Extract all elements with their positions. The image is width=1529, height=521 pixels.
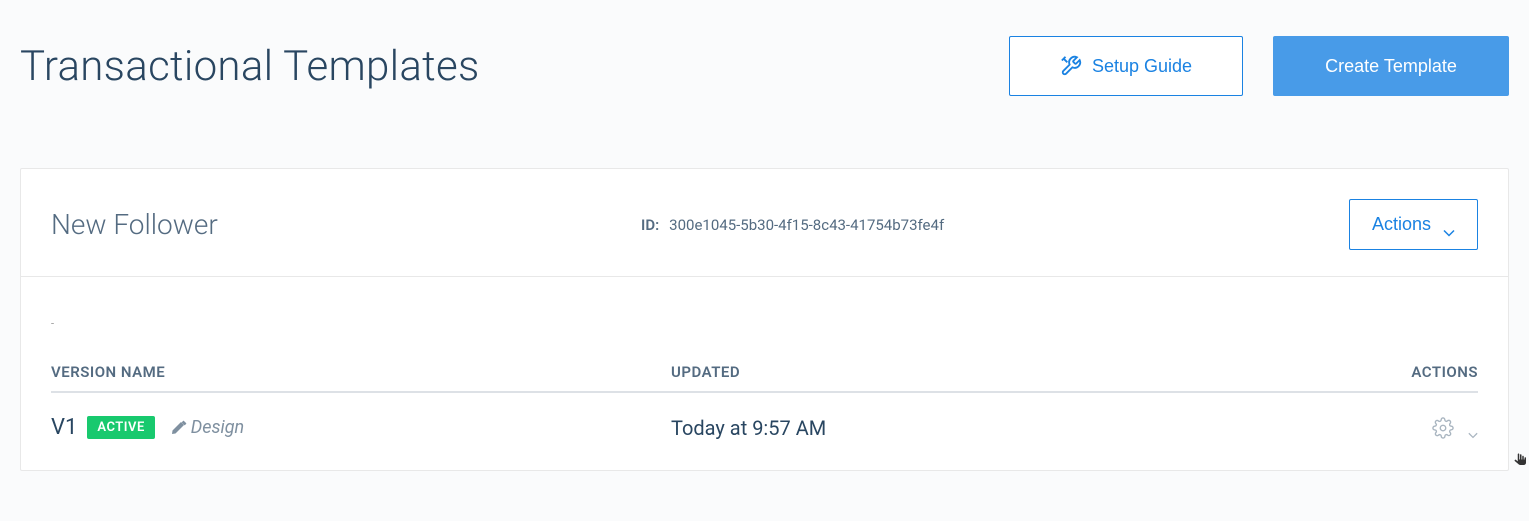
col-header-actions: ACTIONS bbox=[1368, 363, 1478, 381]
updated-value: Today at 9:57 AM bbox=[671, 416, 1368, 440]
col-header-version-name: VERSION NAME bbox=[51, 363, 671, 381]
page-title: Transactional Templates bbox=[20, 42, 480, 91]
template-id-value: 300e1045-5b30-4f15-8c43-41754b73fe4f bbox=[669, 216, 944, 234]
design-label: Design bbox=[191, 417, 244, 438]
status-badge: ACTIVE bbox=[87, 416, 154, 439]
page-header: Transactional Templates Setup Guide Crea… bbox=[0, 0, 1529, 96]
create-template-button[interactable]: Create Template bbox=[1273, 36, 1509, 96]
chevron-down-icon bbox=[1443, 221, 1455, 229]
gear-icon[interactable] bbox=[1432, 417, 1454, 439]
chevron-down-icon[interactable] bbox=[1468, 424, 1478, 431]
table-row: V1 ACTIVE Design Today at 9:57 AM bbox=[51, 393, 1478, 440]
setup-guide-label: Setup Guide bbox=[1092, 56, 1192, 77]
col-header-updated: UPDATED bbox=[671, 363, 1368, 381]
hand-cursor-icon bbox=[1511, 452, 1529, 470]
pencil-icon bbox=[171, 420, 187, 436]
collapse-marker: - bbox=[51, 317, 1478, 323]
actions-label: Actions bbox=[1372, 214, 1431, 235]
version-name-cell: V1 ACTIVE Design bbox=[51, 415, 671, 440]
header-buttons: Setup Guide Create Template bbox=[1009, 36, 1509, 96]
version-table-header: VERSION NAME UPDATED ACTIONS bbox=[51, 363, 1478, 393]
template-card-header: New Follower ID: 300e1045-5b30-4f15-8c43… bbox=[21, 169, 1508, 277]
create-template-label: Create Template bbox=[1325, 56, 1457, 77]
template-card-body: - VERSION NAME UPDATED ACTIONS V1 ACTIVE… bbox=[21, 277, 1508, 470]
template-name: New Follower bbox=[51, 208, 641, 241]
tools-icon bbox=[1060, 55, 1082, 77]
version-name: V1 bbox=[51, 415, 77, 440]
template-id-label: ID: bbox=[641, 216, 659, 234]
actions-dropdown-button[interactable]: Actions bbox=[1349, 199, 1478, 250]
setup-guide-button[interactable]: Setup Guide bbox=[1009, 36, 1243, 96]
design-tag: Design bbox=[171, 417, 244, 438]
row-actions-cell bbox=[1368, 417, 1478, 439]
template-card: New Follower ID: 300e1045-5b30-4f15-8c43… bbox=[20, 168, 1509, 471]
template-id-section: ID: 300e1045-5b30-4f15-8c43-41754b73fe4f bbox=[641, 216, 1349, 234]
